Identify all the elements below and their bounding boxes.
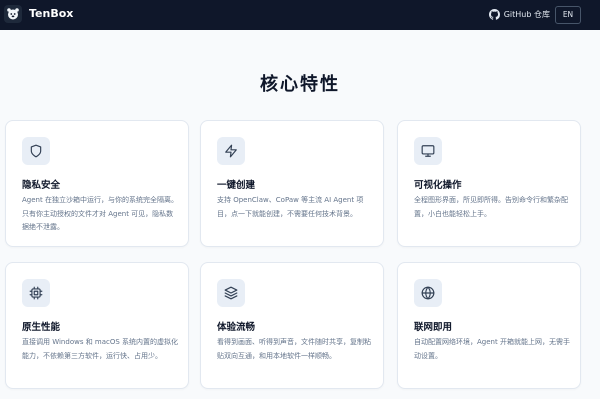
monitor-icon — [414, 137, 442, 165]
brand-name: TenBox — [29, 7, 74, 20]
feature-title: 体验流畅 — [217, 322, 256, 333]
section-title: 核心特性 — [260, 74, 340, 95]
feature-title: 可视化操作 — [414, 180, 462, 191]
feature-title: 原生性能 — [22, 322, 61, 333]
feature-description: Agent 在独立沙箱中运行，与你的系统完全隔离。只有你主动授权的文件才对 Ag… — [22, 196, 178, 231]
bolt-icon — [217, 137, 245, 165]
feature-title: 联网即用 — [414, 322, 453, 333]
layers-icon — [217, 279, 245, 307]
feature-description: 自动配置网络环境，Agent 开箱就能上网，无需手动设置。 — [414, 338, 570, 360]
feature-card-visual: 可视化操作 全程图形界面，所见即所得。告别命令行和繁杂配置，小白也能轻松上手。 — [397, 120, 581, 247]
top-navbar: TenBox GitHub 仓库 EN — [0, 0, 600, 30]
feature-description: 全程图形界面，所见即所得。告别命令行和繁杂配置，小白也能轻松上手。 — [414, 196, 568, 218]
globe-icon — [414, 279, 442, 307]
feature-description: 看得到画面、听得到声音，文件随时共享，复制粘贴双向互通，和用本地软件一样顺畅。 — [217, 338, 371, 360]
github-icon — [488, 9, 500, 20]
feature-card-privacy: 隐私安全 Agent 在独立沙箱中运行，与你的系统完全隔离。只有你主动授权的文件… — [5, 120, 189, 247]
feature-description: 支持 OpenClaw、CoPaw 等主流 AI Agent 项目，点一下就能创… — [217, 196, 364, 218]
brand[interactable]: TenBox — [4, 5, 73, 23]
chip-icon — [22, 279, 50, 307]
feature-description: 直接调用 Windows 和 macOS 系统内置的虚拟化能力，不依赖第三方软件… — [22, 338, 179, 360]
github-label: GitHub 仓库 — [503, 10, 550, 19]
github-link[interactable]: GitHub 仓库 — [488, 8, 550, 21]
feature-card-native: 原生性能 直接调用 Windows 和 macOS 系统内置的虚拟化能力，不依赖… — [5, 262, 189, 389]
language-toggle-button[interactable]: EN — [555, 6, 581, 24]
feature-card-one-click: 一键创建 支持 OpenClaw、CoPaw 等主流 AI Agent 项目，点… — [200, 120, 384, 247]
tenbox-logo-icon — [4, 5, 22, 23]
feature-title: 隐私安全 — [22, 180, 61, 191]
feature-card-smooth: 体验流畅 看得到画面、听得到声音，文件随时共享，复制粘贴双向互通，和用本地软件一… — [200, 262, 384, 389]
feature-title: 一键创建 — [217, 180, 256, 191]
feature-card-network: 联网即用 自动配置网络环境，Agent 开箱就能上网，无需手动设置。 — [397, 262, 581, 389]
shield-icon — [22, 137, 50, 165]
